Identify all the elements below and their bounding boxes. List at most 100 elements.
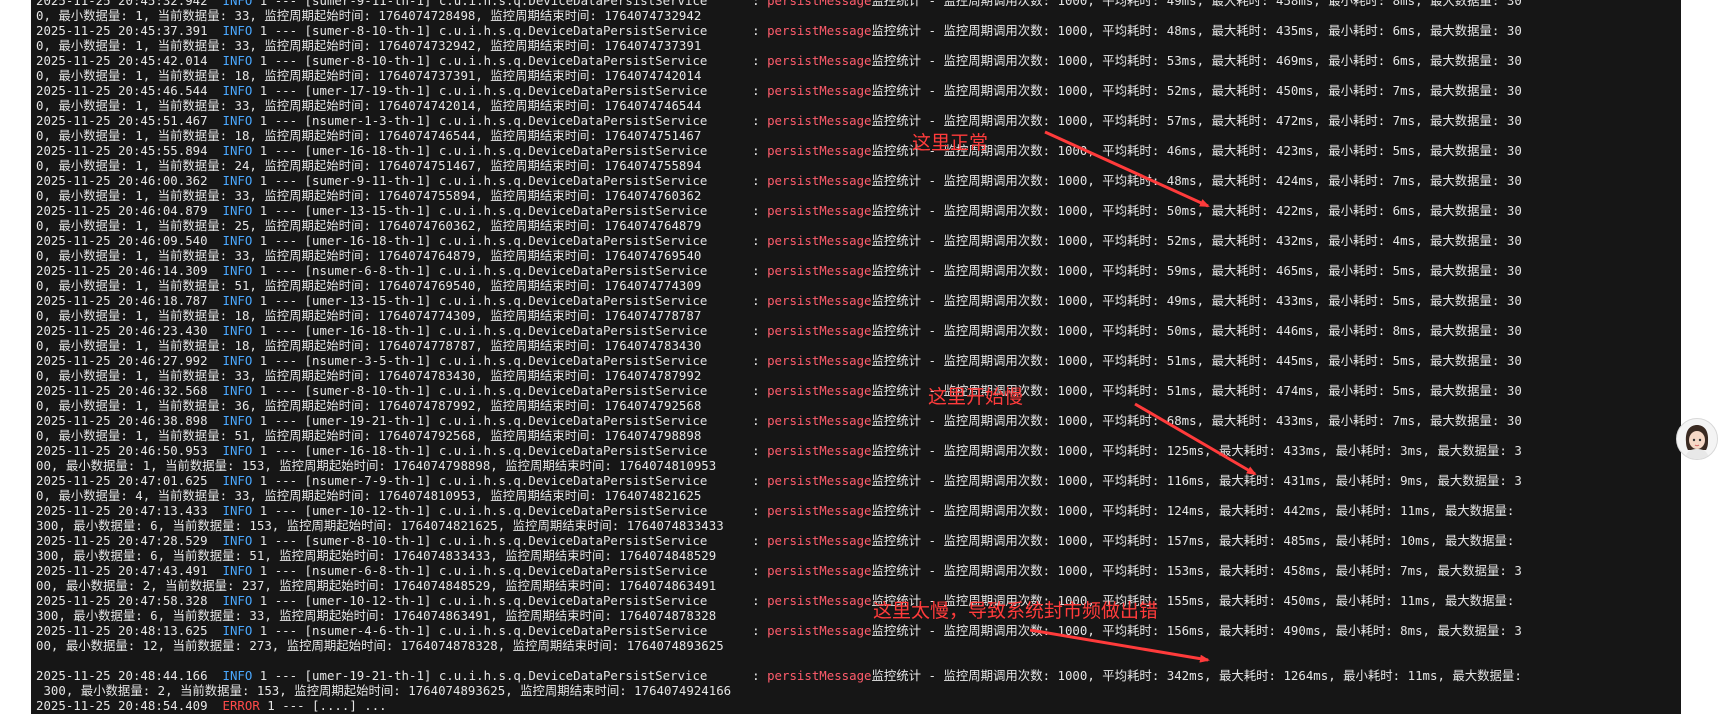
log-message-text: 监控统计 - 监控周期调用次数: 1000, 平均耗时: 153ms, 最大耗时… [871,563,1522,578]
log-text: 0, 最小数据量: 1, 当前数据量: 33, 监控周期起始时间: 176407… [36,38,702,53]
log-message-name: persistMessage [767,0,872,8]
log-level: INFO [222,593,253,608]
log-line: 300, 最小数据量: 2, 当前数据量: 153, 监控周期起始时间: 176… [36,683,1522,698]
log-text: 2025-11-25 20:46:38.898 [36,413,223,428]
log-line: 0, 最小数据量: 1, 当前数据量: 33, 监控周期起始时间: 176407… [36,248,1522,263]
log-message-name: persistMessage [767,623,872,638]
log-text: 00, 最小数据量: 2, 当前数据量: 237, 监控周期起始时间: 1764… [36,578,717,593]
log-text: 0, 最小数据量: 1, 当前数据量: 51, 监控周期起始时间: 176407… [36,278,702,293]
log-line: 0, 最小数据量: 1, 当前数据量: 33, 监控周期起始时间: 176407… [36,38,1522,53]
log-thread: 1 --- [umer-13-15-th-1] c.u.i.h.s.q.Devi… [252,293,768,308]
log-message-name: persistMessage [767,413,872,428]
log-line: 0, 最小数据量: 1, 当前数据量: 33, 监控周期起始时间: 176407… [36,188,1522,203]
log-message-text: 监控统计 - 监控周期调用次数: 1000, 平均耗时: 50ms, 最大耗时:… [871,203,1522,218]
log-level: INFO [222,443,253,458]
log-level: INFO [222,83,253,98]
log-line: 2025-11-25 20:48:44.166 INFO 1 --- [umer… [36,668,1522,683]
log-message-text: 监控统计 - 监控周期调用次数: 1000, 平均耗时: 68ms, 最大耗时:… [871,413,1522,428]
log-line: 2025-11-25 20:46:18.787 INFO 1 --- [umer… [36,293,1522,308]
log-line: 2025-11-25 20:47:58.328 INFO 1 --- [umer… [36,593,1522,608]
log-thread: 1 --- [nsumer-4-6-th-1] c.u.i.h.s.q.Devi… [252,623,768,638]
log-level: INFO [222,503,253,518]
log-message-name: persistMessage [767,593,872,608]
log-level: INFO [222,173,253,188]
log-text: 2025-11-25 20:48:54.409 [36,698,223,713]
log-message-name: persistMessage [767,353,872,368]
log-message-text: 监控统计 - 监控周期调用次数: 1000, 平均耗时: 52ms, 最大耗时:… [871,83,1522,98]
log-thread: 1 --- [umer-19-21-th-1] c.u.i.h.s.q.Devi… [252,668,768,683]
log-line: 00, 最小数据量: 1, 当前数据量: 153, 监控周期起始时间: 1764… [36,458,1522,473]
log-message-name: persistMessage [767,563,872,578]
log-thread: 1 --- [sumer-8-10-th-1] c.u.i.h.s.q.Devi… [252,383,768,398]
log-line: 300, 最小数据量: 6, 当前数据量: 33, 监控周期起始时间: 1764… [36,608,1522,623]
log-line: 2025-11-25 20:45:46.544 INFO 1 --- [umer… [36,83,1522,98]
log-line: 0, 最小数据量: 1, 当前数据量: 33, 监控周期起始时间: 176407… [36,98,1522,113]
log-message-text: 监控统计 - 监控周期调用次数: 1000, 平均耗时: 48ms, 最大耗时:… [871,173,1522,188]
log-line: 2025-11-25 20:47:13.433 INFO 1 --- [umer… [36,503,1522,518]
log-level: INFO [222,323,253,338]
log-level: INFO [222,623,253,638]
log-thread: 1 --- [umer-16-18-th-1] c.u.i.h.s.q.Devi… [252,323,768,338]
log-text: 2025-11-25 20:45:42.014 [36,53,223,68]
log-thread: 1 --- [nsumer-7-9-th-1] c.u.i.h.s.q.Devi… [252,473,768,488]
log-thread: 1 --- [umer-16-18-th-1] c.u.i.h.s.q.Devi… [252,233,768,248]
log-line: 0, 最小数据量: 1, 当前数据量: 18, 监控周期起始时间: 176407… [36,128,1522,143]
log-level: INFO [222,413,253,428]
log-text: 2025-11-25 20:46:50.953 [36,443,223,458]
log-text: 0, 最小数据量: 4, 当前数据量: 33, 监控周期起始时间: 176407… [36,488,702,503]
user-avatar-icon[interactable] [1676,418,1718,460]
log-line: 2025-11-25 20:45:51.467 INFO 1 --- [nsum… [36,113,1522,128]
log-thread: 1 --- [umer-17-19-th-1] c.u.i.h.s.q.Devi… [252,83,768,98]
log-line: 0, 最小数据量: 1, 当前数据量: 25, 监控周期起始时间: 176407… [36,218,1522,233]
log-text: 2025-11-25 20:46:23.430 [36,323,223,338]
log-message-text: 监控统计 - 监控周期调用次数: 1000, 平均耗时: 155ms, 最大耗时… [871,593,1515,608]
log-message-text: 监控统计 - 监控周期调用次数: 1000, 平均耗时: 57ms, 最大耗时:… [871,113,1522,128]
log-message-text: 监控统计 - 监控周期调用次数: 1000, 平均耗时: 51ms, 最大耗时:… [871,353,1522,368]
terminal-console[interactable]: 2025-11-25 20:45:32.942 INFO 1 --- [sume… [31,0,1681,714]
log-text: 2025-11-25 20:47:01.625 [36,473,223,488]
log-thread: 1 --- [umer-10-12-th-1] c.u.i.h.s.q.Devi… [252,593,768,608]
log-line: 2025-11-25 20:45:55.894 INFO 1 --- [umer… [36,143,1522,158]
log-text: 2025-11-25 20:45:51.467 [36,113,223,128]
screenshot-stage: 2025-11-25 20:45:32.942 INFO 1 --- [sume… [0,0,1724,714]
log-text: 2025-11-25 20:48:13.625 [36,623,223,638]
log-level: INFO [222,563,253,578]
log-line: 00, 最小数据量: 12, 当前数据量: 273, 监控周期起始时间: 176… [36,638,1522,653]
log-level: INFO [222,668,253,683]
log-line: 0, 最小数据量: 1, 当前数据量: 33, 监控周期起始时间: 176407… [36,368,1522,383]
log-line: 2025-11-25 20:45:42.014 INFO 1 --- [sume… [36,53,1522,68]
log-message-name: persistMessage [767,53,872,68]
log-level: INFO [222,113,253,128]
log-level: INFO [222,533,253,548]
log-text: 2025-11-25 20:46:09.540 [36,233,223,248]
log-line: 2025-11-25 20:46:38.898 INFO 1 --- [umer… [36,413,1522,428]
log-message-text: 监控统计 - 监控周期调用次数: 1000, 平均耗时: 50ms, 最大耗时:… [871,323,1522,338]
log-thread: 1 --- [umer-13-15-th-1] c.u.i.h.s.q.Devi… [252,203,768,218]
log-thread: 1 --- [nsumer-6-8-th-1] c.u.i.h.s.q.Devi… [252,263,768,278]
log-line: 0, 最小数据量: 1, 当前数据量: 51, 监控周期起始时间: 176407… [36,428,1522,443]
log-message-text: 监控统计 - 监控周期调用次数: 1000, 平均耗时: 125ms, 最大耗时… [871,443,1522,458]
log-text: 0, 最小数据量: 1, 当前数据量: 24, 监控周期起始时间: 176407… [36,158,702,173]
log-message-name: persistMessage [767,293,872,308]
log-thread: 1 --- [umer-19-21-th-1] c.u.i.h.s.q.Devi… [252,413,768,428]
avatar-portrait-icon [1677,419,1717,459]
log-text: 2025-11-25 20:46:18.787 [36,293,223,308]
log-message-text: 监控统计 - 监控周期调用次数: 1000, 平均耗时: 49ms, 最大耗时:… [871,0,1522,8]
log-text: 0, 最小数据量: 1, 当前数据量: 33, 监控周期起始时间: 176407… [36,98,702,113]
log-level: INFO [222,263,253,278]
log-text: 2025-11-25 20:46:00.362 [36,173,223,188]
log-text: 2025-11-25 20:47:43.491 [36,563,223,578]
log-line: 0, 最小数据量: 1, 当前数据量: 33, 监控周期起始时间: 176407… [36,8,1522,23]
log-line: 0, 最小数据量: 1, 当前数据量: 24, 监控周期起始时间: 176407… [36,158,1522,173]
log-line: 2025-11-25 20:46:00.362 INFO 1 --- [sume… [36,173,1522,188]
log-blank-line [36,653,1522,668]
log-thread: 1 --- [umer-16-18-th-1] c.u.i.h.s.q.Devi… [252,443,768,458]
log-text: 2025-11-25 20:47:13.433 [36,503,223,518]
log-text: 0, 最小数据量: 1, 当前数据量: 25, 监控周期起始时间: 176407… [36,218,702,233]
log-thread: 1 --- [nsumer-1-3-th-1] c.u.i.h.s.q.Devi… [252,113,768,128]
log-message-name: persistMessage [767,83,872,98]
log-text: 2025-11-25 20:46:04.879 [36,203,223,218]
log-thread: 1 --- [....] ... [259,698,387,713]
log-message-text: 监控统计 - 监控周期调用次数: 1000, 平均耗时: 116ms, 最大耗时… [871,473,1522,488]
log-text: 2025-11-25 20:47:58.328 [36,593,223,608]
